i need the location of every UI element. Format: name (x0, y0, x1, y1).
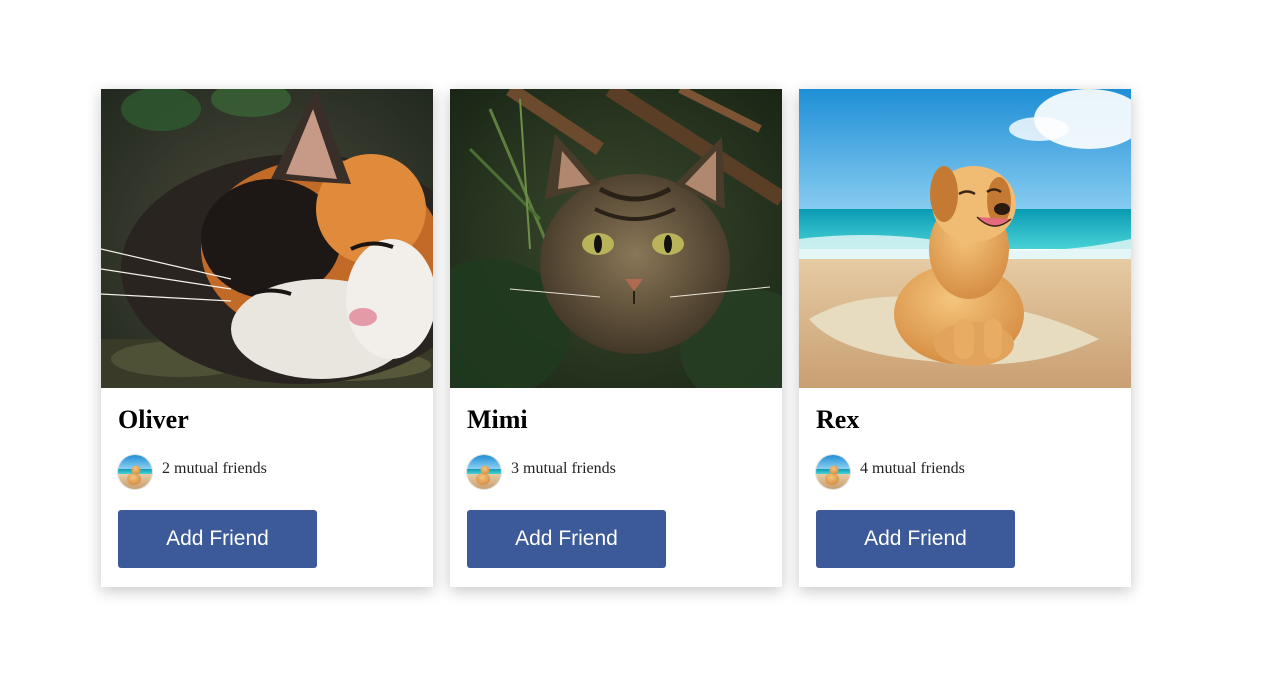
friend-name: Mimi (467, 405, 528, 434)
avatar (816, 455, 850, 489)
tabby-cat-photo (450, 89, 782, 388)
avatar (118, 455, 152, 489)
add-friend-button[interactable]: Add Friend (467, 510, 666, 568)
mutual-friends: 3 mutual friends (467, 455, 616, 489)
add-friend-button[interactable]: Add Friend (816, 510, 1015, 568)
mutual-friends: 4 mutual friends (816, 455, 965, 489)
friend-card-oliver: Oliver 2 mutual friends Add Friend (101, 89, 433, 587)
friend-suggestions: Oliver 2 mutual friends Add Friend Mimi … (101, 89, 1131, 587)
friend-name: Rex (816, 405, 860, 434)
friend-card-mimi: Mimi 3 mutual friends Add Friend (450, 89, 782, 587)
mutual-friends: 2 mutual friends (118, 455, 267, 489)
mutual-friends-count: 3 mutual friends (511, 460, 616, 477)
add-friend-button[interactable]: Add Friend (118, 510, 317, 568)
golden-retriever-beach-photo (799, 89, 1131, 388)
friend-card-rex: Rex 4 mutual friends Add Friend (799, 89, 1131, 587)
avatar (467, 455, 501, 489)
mutual-friends-count: 4 mutual friends (860, 460, 965, 477)
calico-cat-photo (101, 89, 433, 388)
friend-name: Oliver (118, 405, 189, 434)
mutual-friends-count: 2 mutual friends (162, 460, 267, 477)
